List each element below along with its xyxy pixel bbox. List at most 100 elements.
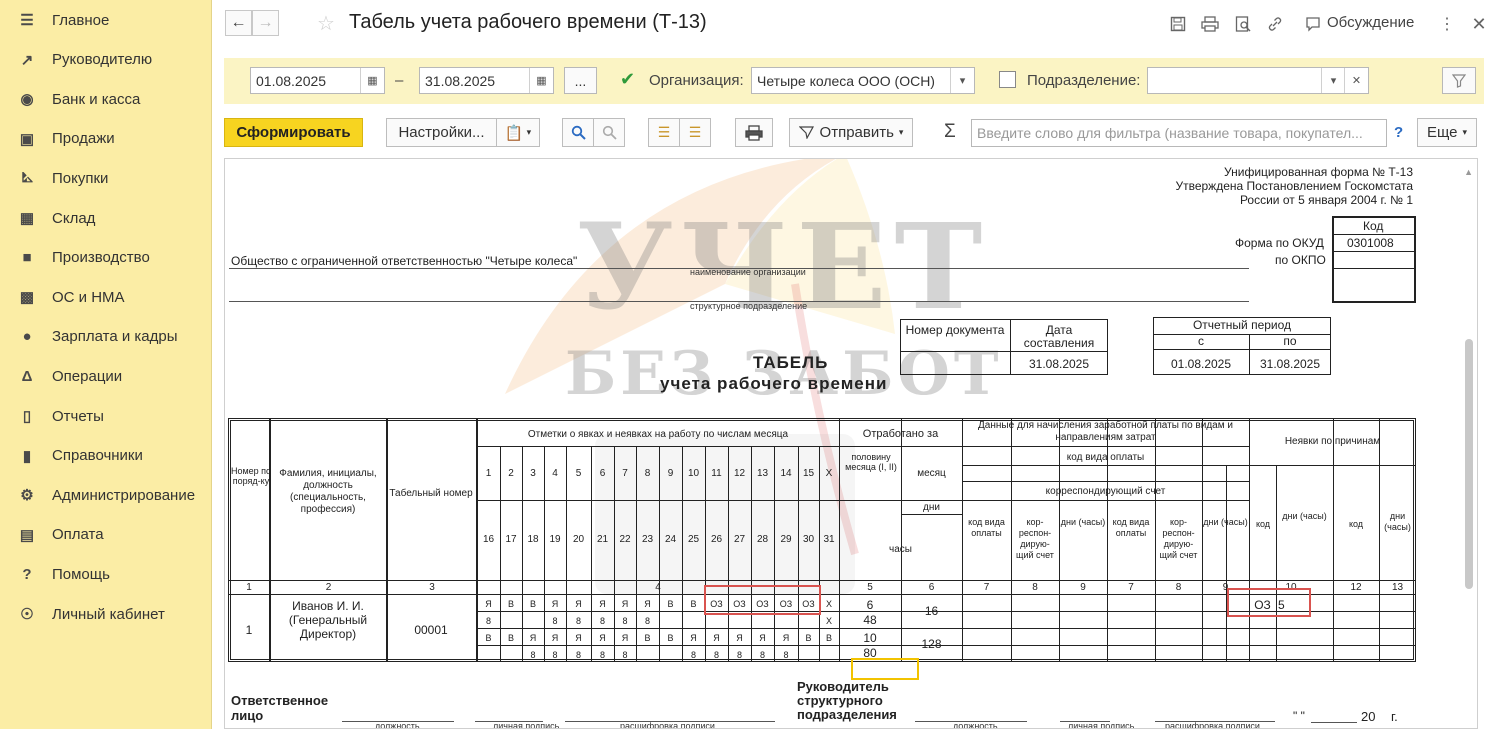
report-title: ТАБЕЛЬ [753, 353, 829, 372]
signature-caption: личная подпись [493, 721, 560, 729]
print-button[interactable] [735, 118, 773, 147]
day-cell: Я [599, 633, 606, 643]
signature-caption: личная подпись [1068, 721, 1135, 729]
sidebar-item[interactable]: ▯ Отчеты [0, 397, 212, 435]
calendar-icon[interactable]: ▦ [360, 68, 384, 93]
day-number: 15 [802, 468, 815, 479]
day-cell: 8 [759, 650, 765, 660]
doc-number-header: Номер документа [905, 323, 1005, 337]
col-header-sub: дни (часы) [1060, 517, 1106, 527]
day-number: 21 [596, 534, 609, 545]
okud-value: 0301008 [1347, 236, 1394, 250]
day-cell: 8 [575, 650, 581, 660]
sidebar-item[interactable]: ↗ Руководителю [0, 41, 212, 79]
dept-checkbox[interactable] [999, 71, 1016, 88]
grid-icon: ▦ [19, 210, 35, 227]
sidebar-item-label: Зарплата и кадры [52, 328, 178, 346]
sidebar-item-label: Отчеты [52, 407, 104, 425]
send-icon [798, 126, 814, 139]
settings-button[interactable]: Настройки... [386, 118, 497, 147]
day-cell: 8 [530, 650, 536, 660]
date-from-input[interactable]: 01.08.2025 ▦ [250, 67, 385, 94]
day-number: 10 [687, 468, 700, 479]
send-button[interactable]: Отправить ▾ [789, 118, 913, 147]
search-button[interactable] [562, 118, 594, 147]
chevron-down-icon: ▾ [898, 127, 904, 137]
sidebar-item[interactable]: ☉ Личный кабинет [0, 595, 212, 633]
star-icon[interactable]: ☆ [317, 11, 335, 36]
sum-icon[interactable]: Σ [944, 121, 956, 143]
sidebar-item[interactable]: ▩ ОС и НМА [0, 278, 212, 316]
chevron-down-icon[interactable]: ▾ [1321, 68, 1345, 93]
back-button[interactable]: ← [225, 10, 252, 36]
col-number: 7 [983, 582, 990, 593]
day-cell: 8 [622, 616, 628, 626]
sidebar-item[interactable]: ▦ Склад [0, 199, 212, 237]
sidebar-item[interactable]: ? Помощь [0, 555, 212, 593]
collapse-groups-button[interactable]: ☰ [679, 118, 711, 147]
sidebar-item[interactable]: ▤ Оплата [0, 516, 212, 554]
day-number: 24 [664, 534, 677, 545]
sidebar-item[interactable]: ▣ Продажи [0, 120, 212, 158]
scroll-up-icon[interactable]: ▲ [1464, 167, 1473, 177]
date-to-input[interactable]: 31.08.2025 ▦ [419, 67, 554, 94]
day-cell: В [667, 633, 674, 643]
row-tab: 00001 [414, 623, 448, 637]
generate-button[interactable]: Сформировать [224, 118, 363, 147]
doc-date-header: Дата составления [1023, 323, 1095, 350]
half1-hours: 48 [863, 613, 877, 627]
report-subtitle: учета рабочего времени [660, 374, 888, 393]
user-circle-icon: ☉ [20, 606, 34, 623]
link-icon[interactable] [1264, 13, 1286, 35]
more-button[interactable]: Еще ▾ [1417, 118, 1477, 147]
day-cell: В [529, 599, 536, 609]
truck-icon: ▩ [19, 289, 35, 307]
save-icon[interactable] [1167, 13, 1189, 35]
col-header-sub: код вида оплаты [968, 517, 1005, 538]
close-icon[interactable]: ✕ [1468, 13, 1490, 35]
forward-button[interactable]: → [252, 10, 279, 36]
clear-icon[interactable]: ✕ [1344, 68, 1368, 93]
help-icon[interactable]: ? [1394, 124, 1403, 141]
preview-icon[interactable] [1232, 13, 1254, 35]
period-select-button[interactable]: ... [564, 67, 597, 94]
row-name: Иванов И. И. (Генеральный Директор) [288, 599, 368, 641]
responsible-label: Ответственное лицо [231, 693, 329, 723]
search-input[interactable]: Введите слово для фильтра (название това… [971, 119, 1387, 147]
sidebar-item[interactable]: Δ Операции [0, 357, 212, 395]
more-vert-icon[interactable]: ⋮ [1436, 13, 1458, 35]
discuss-button[interactable]: Обсуждение [1327, 14, 1414, 31]
calendar-icon[interactable]: ▦ [529, 68, 553, 93]
day-number: 22 [619, 534, 631, 545]
sidebar-item[interactable]: ☰ Главное [0, 1, 212, 39]
day-cell: Я [736, 633, 743, 643]
chat-icon[interactable] [1302, 13, 1324, 35]
wallet-icon: ▤ [19, 526, 35, 544]
period-from: 01.08.2025 [1170, 357, 1232, 371]
org-select[interactable]: Четыре колеса ООО (ОСН) ▾ [751, 67, 975, 94]
dept-select[interactable]: ▾ ✕ [1147, 67, 1369, 94]
sidebar-item-label: Операции [52, 367, 123, 385]
chevron-down-icon[interactable]: ▾ [950, 68, 974, 93]
print-icon[interactable] [1199, 13, 1221, 35]
sidebar-item[interactable]: ■ Производство [0, 239, 212, 277]
expand-groups-button[interactable]: ☰ [648, 118, 680, 147]
sidebar-item[interactable]: ⛡ Покупки [0, 159, 212, 197]
search-off-icon [602, 125, 617, 140]
day-cell: В [507, 599, 514, 609]
sidebar-item[interactable]: ▮ Справочники [0, 437, 212, 475]
day-cell: Я [759, 633, 766, 643]
checkbox-checked-icon[interactable]: ✔ [620, 69, 635, 90]
day-cell: Я [690, 633, 697, 643]
day-cell: В [485, 633, 492, 643]
day-cell: 8 [552, 616, 558, 626]
variant-button[interactable]: 📋 ▾ [496, 118, 540, 147]
search-clear-button[interactable] [593, 118, 625, 147]
day-cell: Я [621, 599, 629, 609]
filter-button[interactable] [1442, 67, 1476, 94]
sidebar-item[interactable]: ⚙ Администрирование [0, 476, 212, 514]
sidebar-item-label: ОС и НМА [52, 288, 125, 306]
sidebar-item[interactable]: ● Зарплата и кадры [0, 318, 212, 356]
sidebar-item[interactable]: ◉ Банк и касса [0, 80, 212, 118]
vertical-scrollbar[interactable] [1465, 339, 1473, 589]
